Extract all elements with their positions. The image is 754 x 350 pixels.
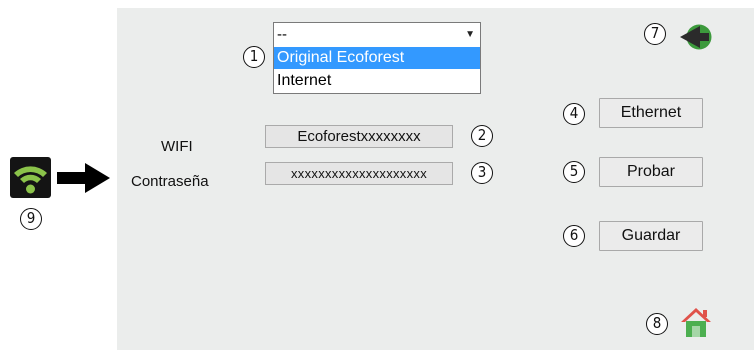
marker-9: 9 bbox=[20, 208, 42, 230]
guardar-button[interactable]: Guardar bbox=[599, 221, 703, 251]
dropdown-option-internet[interactable]: Internet bbox=[274, 70, 480, 92]
ethernet-button[interactable]: Ethernet bbox=[599, 98, 703, 128]
wifi-icon[interactable] bbox=[10, 157, 51, 198]
marker-1: 1 bbox=[243, 46, 265, 68]
arrow-right-icon bbox=[57, 163, 110, 193]
password-label: Contraseña bbox=[131, 173, 209, 190]
password-field[interactable]: xxxxxxxxxxxxxxxxxxxx bbox=[265, 162, 453, 185]
back-arrow-icon[interactable] bbox=[679, 23, 713, 51]
marker-6: 6 bbox=[563, 225, 585, 247]
marker-7: 7 bbox=[644, 23, 666, 45]
wifi-label: WIFI bbox=[161, 138, 193, 155]
marker-4: 4 bbox=[563, 103, 585, 125]
dropdown-selected-value[interactable]: -- bbox=[274, 23, 480, 47]
dropdown-option-original-ecoforest[interactable]: Original Ecoforest bbox=[274, 47, 480, 69]
chevron-down-icon[interactable]: ▼ bbox=[465, 24, 475, 46]
network-type-dropdown[interactable]: -- ▼ Original Ecoforest Internet bbox=[273, 22, 481, 94]
marker-8: 8 bbox=[646, 313, 668, 335]
marker-3: 3 bbox=[471, 162, 493, 184]
probar-button[interactable]: Probar bbox=[599, 157, 703, 187]
home-icon[interactable] bbox=[679, 306, 713, 338]
marker-2: 2 bbox=[471, 125, 493, 147]
wifi-ssid-field[interactable]: Ecoforestxxxxxxxx bbox=[265, 125, 453, 148]
marker-5: 5 bbox=[563, 161, 585, 183]
